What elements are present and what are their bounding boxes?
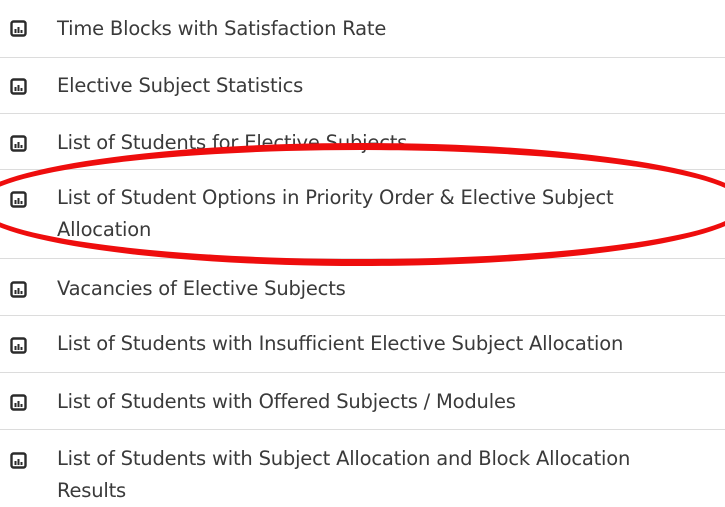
report-item-insufficient-allocation[interactable]: List of Students with Insufficient Elect…	[0, 315, 725, 372]
report-file-icon	[10, 78, 27, 95]
report-file-icon	[10, 452, 27, 469]
report-item-students-for-electives[interactable]: List of Students for Elective Subjects	[0, 113, 725, 169]
report-item-label: List of Students with Offered Subjects /…	[57, 390, 516, 413]
report-file-icon	[10, 281, 27, 298]
report-item-label: Vacancies of Elective Subjects	[57, 277, 346, 300]
report-item-priority-order-allocation[interactable]: List of Student Options in Priority Orde…	[0, 169, 725, 258]
report-list: Time Blocks with Satisfaction Rate Elect…	[0, 0, 725, 502]
report-file-icon	[10, 135, 27, 152]
report-item-label: List of Students with Insufficient Elect…	[57, 332, 624, 355]
report-item-elective-statistics[interactable]: Elective Subject Statistics	[0, 57, 725, 113]
report-item-offered-subjects[interactable]: List of Students with Offered Subjects /…	[0, 372, 725, 429]
report-item-label: List of Students with Subject Allocation…	[57, 447, 631, 502]
report-item-label: Time Blocks with Satisfaction Rate	[57, 17, 387, 40]
report-file-icon	[10, 394, 27, 411]
report-file-icon	[10, 191, 27, 208]
report-item-block-allocation-results[interactable]: List of Students with Subject Allocation…	[0, 429, 725, 502]
report-item-label: Elective Subject Statistics	[57, 74, 304, 97]
report-file-icon	[10, 20, 27, 37]
report-item-time-blocks[interactable]: Time Blocks with Satisfaction Rate	[0, 0, 725, 57]
report-item-label: List of Student Options in Priority Orde…	[57, 186, 614, 241]
report-item-label: List of Students for Elective Subjects	[57, 131, 408, 154]
report-file-icon	[10, 337, 27, 354]
report-item-vacancies[interactable]: Vacancies of Elective Subjects	[0, 258, 725, 315]
